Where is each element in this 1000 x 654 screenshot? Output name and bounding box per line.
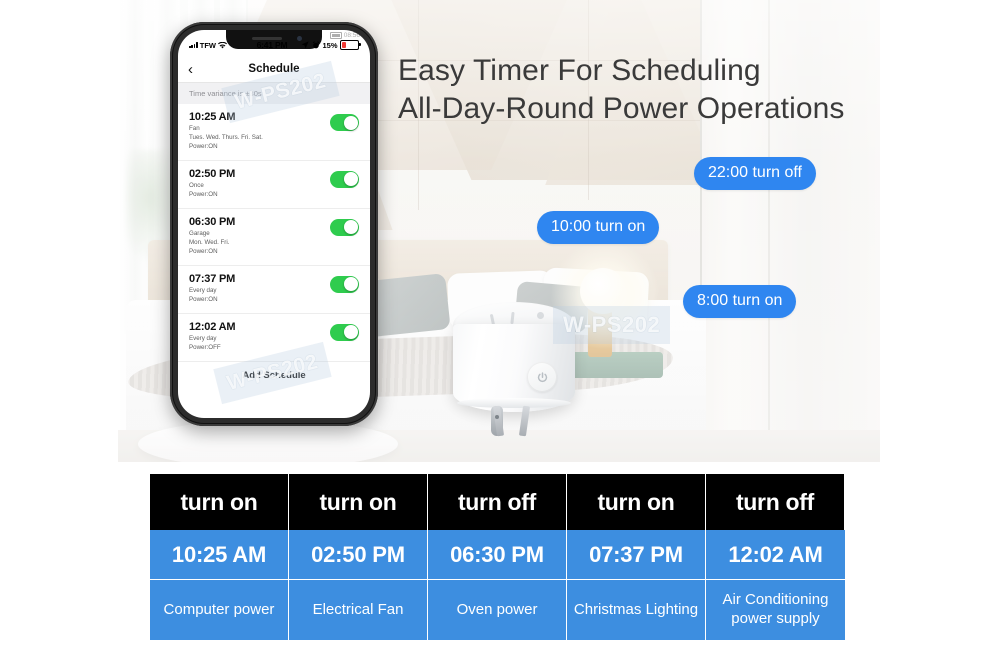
page-title: Schedule — [248, 63, 300, 75]
table-header-cell: turn on — [150, 474, 289, 530]
schedule-toggle[interactable] — [330, 275, 359, 293]
schedule-days: Mon. Wed. Fri. — [189, 238, 230, 246]
table-time-cell: 10:25 AM — [150, 530, 289, 580]
table-time-cell: 07:37 PM — [567, 530, 706, 580]
table-time-cell: 12:02 AM — [706, 530, 845, 580]
overlay-clock-text: 08:56 — [343, 32, 360, 39]
schedule-row[interactable]: 12:02 AM Every day Power:OFF — [178, 314, 370, 362]
schedule-row[interactable]: 07:37 PM Every day Power:ON — [178, 266, 370, 314]
app-nav-bar: ‹ Schedule — [178, 56, 370, 83]
battery-percent-label: 15% — [322, 40, 338, 50]
status-bar-clock: 6:41 PM — [256, 40, 288, 50]
schedule-bubble-10-00: 10:00 turn on — [537, 211, 660, 244]
table-device-cell: Oven power — [428, 580, 567, 640]
table-header-cell: turn on — [289, 474, 428, 530]
schedule-power: Power:ON — [189, 295, 218, 303]
status-bar-left: TFW — [189, 41, 247, 50]
table-device-cell: Air Conditioning power supply — [706, 580, 845, 640]
power-icon — [537, 371, 547, 382]
plug-prongs — [491, 405, 539, 454]
socket-slot — [510, 311, 515, 325]
table-time-cell: 02:50 PM — [289, 530, 428, 580]
smartphone-mockup: 08:56 TFW 6:41 PM 15% ‹ Schedule Time va… — [170, 22, 378, 426]
schedule-bubble-22-00: 22:00 turn off — [694, 157, 816, 190]
location-arrow-icon — [302, 41, 310, 49]
time-variance-hint: Time variance is ±30s — [178, 83, 370, 104]
smart-plug-product — [447, 302, 582, 462]
table-header-cell: turn off — [428, 474, 567, 530]
schedule-power: Power:ON — [189, 247, 218, 255]
schedule-toggle[interactable] — [330, 323, 359, 341]
back-chevron-icon[interactable]: ‹ — [188, 62, 193, 77]
schedule-days: Tues. Wed. Thurs. Fri. Sat. — [189, 133, 263, 141]
schedule-row[interactable]: 10:25 AM Fan Tues. Wed. Thurs. Fri. Sat.… — [178, 104, 370, 161]
status-bar-right: 15% — [297, 40, 361, 50]
headline-line-1: Easy Timer For Scheduling — [398, 54, 761, 87]
schedule-power: Power:ON — [189, 190, 218, 198]
product-marketing-image: Easy Timer For Scheduling All-Day-Round … — [0, 0, 1000, 654]
plug-body — [453, 324, 575, 412]
battery-icon — [340, 40, 361, 50]
add-schedule-button[interactable]: Add Schedule — [178, 362, 370, 381]
prong-neutral — [518, 405, 531, 437]
overlay-clock: 08:56 — [329, 32, 360, 39]
table-device-cell: Computer power — [150, 580, 289, 640]
overlay-battery-icon — [329, 32, 342, 39]
wifi-icon — [218, 41, 228, 48]
schedule-power: Power:OFF — [189, 343, 221, 351]
headline: Easy Timer For Scheduling All-Day-Round … — [398, 52, 868, 129]
schedule-bubble-8-00: 8:00 turn on — [683, 285, 797, 318]
signal-bars-icon — [189, 42, 198, 48]
table-time-cell: 06:30 PM — [428, 530, 567, 580]
power-button[interactable] — [527, 362, 557, 392]
table-header-cell: turn off — [706, 474, 845, 530]
phone-screen: 08:56 TFW 6:41 PM 15% ‹ Schedule Time va… — [178, 30, 370, 418]
carrier-label: TFW — [199, 40, 217, 50]
headline-line-2: All-Day-Round Power Operations — [398, 92, 845, 126]
socket-ground-hole — [537, 312, 544, 319]
table-device-cell: Electrical Fan — [289, 580, 428, 640]
table-device-cell: Christmas Lighting — [567, 580, 706, 640]
schedule-toggle[interactable] — [330, 218, 359, 236]
schedule-power: Power:ON — [189, 142, 218, 150]
schedule-row[interactable]: 02:50 PM Once Power:ON — [178, 161, 370, 209]
schedule-toggle[interactable] — [330, 170, 359, 188]
table-header-cell: turn on — [567, 474, 706, 530]
schedule-list: 10:25 AM Fan Tues. Wed. Thurs. Fri. Sat.… — [178, 104, 370, 381]
schedule-summary-table: turn on turn on turn off turn on turn of… — [150, 474, 845, 640]
alarm-icon — [312, 41, 320, 49]
schedule-row[interactable]: 06:30 PM Garage Mon. Wed. Fri. Power:ON — [178, 209, 370, 266]
schedule-toggle[interactable] — [330, 114, 359, 131]
